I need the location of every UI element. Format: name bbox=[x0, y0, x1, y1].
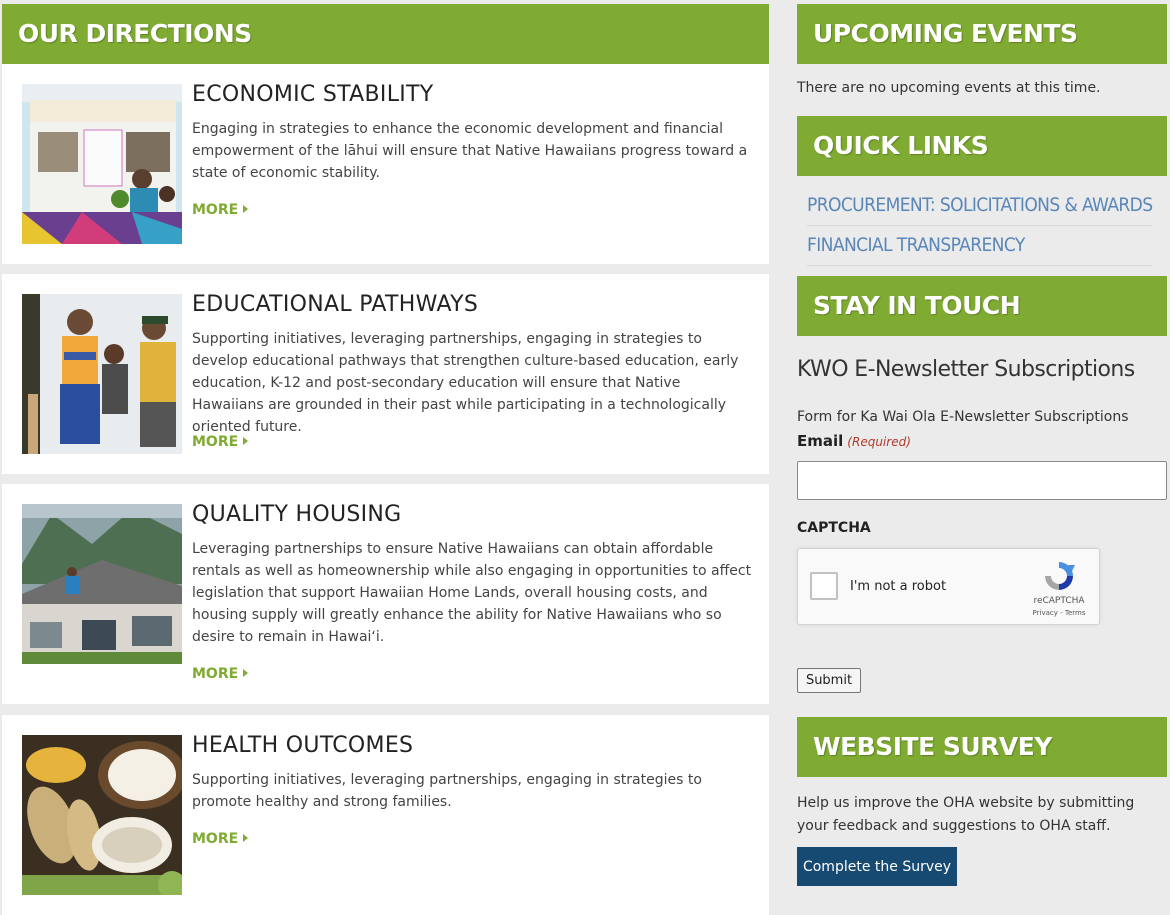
direction-card-housing: QUALITY HOUSING Leveraging partnerships … bbox=[2, 484, 769, 704]
website-survey-heading: WEBSITE SURVEY bbox=[797, 717, 1167, 777]
required-indicator: (Required) bbox=[847, 435, 911, 449]
divider bbox=[807, 225, 1152, 226]
chevron-right-icon bbox=[243, 437, 249, 445]
divider bbox=[807, 265, 1152, 266]
complete-survey-button[interactable]: Complete the Survey bbox=[797, 847, 957, 886]
direction-description: Supporting initiatives, leveraging partn… bbox=[192, 331, 739, 435]
chevron-right-icon bbox=[243, 834, 249, 842]
health-outcomes-image[interactable] bbox=[22, 735, 182, 895]
recaptcha-logo-icon bbox=[1045, 562, 1075, 590]
direction-title: EDUCATIONAL PATHWAYS bbox=[192, 292, 479, 317]
quick-links-heading: QUICK LINKS bbox=[797, 116, 1167, 176]
survey-description: Help us improve the OHA website by submi… bbox=[797, 795, 1135, 834]
email-label: Email (Required) bbox=[797, 432, 911, 450]
directions-heading: OUR DIRECTIONS bbox=[2, 4, 769, 64]
direction-description: Leveraging partnerships to ensure Native… bbox=[192, 541, 752, 645]
email-field[interactable] bbox=[797, 461, 1167, 500]
more-link-economic[interactable]: MORE bbox=[192, 202, 249, 218]
submit-button[interactable]: Submit bbox=[797, 668, 861, 693]
direction-title: QUALITY HOUSING bbox=[192, 502, 402, 527]
direction-card-educational: EDUCATIONAL PATHWAYS Supporting initiati… bbox=[2, 274, 769, 474]
educational-pathways-image[interactable] bbox=[22, 294, 182, 454]
chevron-right-icon bbox=[243, 205, 249, 213]
sidebar: UPCOMING EVENTS There are no upcoming ev… bbox=[797, 4, 1167, 915]
form-description: Form for Ka Wai Ola E-Newsletter Subscri… bbox=[797, 409, 1129, 425]
direction-title: HEALTH OUTCOMES bbox=[192, 733, 414, 758]
recaptcha-label: I'm not a robot bbox=[850, 579, 947, 594]
checkbox-icon[interactable] bbox=[810, 572, 838, 600]
stay-in-touch-heading: STAY IN TOUCH bbox=[797, 276, 1167, 336]
newsletter-title: KWO E-Newsletter Subscriptions bbox=[797, 357, 1135, 382]
quick-link-financial-transparency[interactable]: FINANCIAL TRANSPARENCY bbox=[807, 234, 1157, 256]
direction-description: Engaging in strategies to enhance the ec… bbox=[192, 121, 748, 181]
more-link-housing[interactable]: MORE bbox=[192, 666, 249, 682]
more-link-educational[interactable]: MORE bbox=[192, 434, 249, 450]
economic-stability-image[interactable] bbox=[22, 84, 182, 244]
recaptcha-terms[interactable]: Privacy - Terms bbox=[1024, 609, 1094, 617]
chevron-right-icon bbox=[243, 669, 249, 677]
direction-card-health: HEALTH OUTCOMES Supporting initiatives, … bbox=[2, 715, 769, 915]
upcoming-events-heading: UPCOMING EVENTS bbox=[797, 4, 1167, 64]
recaptcha-widget: I'm not a robot reCAPTCHA Privacy - Term… bbox=[797, 548, 1100, 625]
quick-link-procurement[interactable]: PROCUREMENT: SOLICITATIONS & AWARDS bbox=[807, 194, 1157, 216]
directions-section: OUR DIRECTIONS ECONOMIC STABILITY Engagi… bbox=[2, 4, 769, 915]
more-link-health[interactable]: MORE bbox=[192, 831, 249, 847]
direction-title: ECONOMIC STABILITY bbox=[192, 82, 434, 107]
quality-housing-image[interactable] bbox=[22, 504, 182, 664]
no-events-message: There are no upcoming events at this tim… bbox=[797, 80, 1101, 96]
direction-description: Supporting initiatives, leveraging partn… bbox=[192, 772, 702, 810]
direction-card-economic: ECONOMIC STABILITY Engaging in strategie… bbox=[2, 64, 769, 264]
recaptcha-brand: reCAPTCHA bbox=[1033, 596, 1085, 606]
captcha-label: CAPTCHA bbox=[797, 520, 871, 536]
